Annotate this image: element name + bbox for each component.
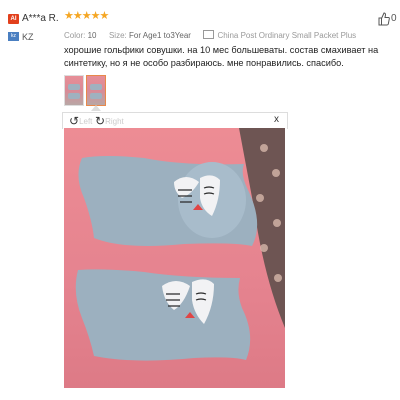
reviewer-avatar: AI: [8, 14, 19, 24]
rating-stars: ★★★★★: [64, 10, 109, 22]
reviewer-country: KZ: [22, 32, 34, 42]
size-value: For Age1 to3Year: [128, 31, 191, 40]
review-photo-thumbnail-2[interactable]: [86, 75, 106, 106]
photo-viewer-toolbar: ↺Left ↻Right x: [62, 112, 288, 129]
shipping-truck-icon: [203, 30, 215, 39]
rotate-right-icon: ↻: [95, 114, 106, 128]
rotate-left-label: Left: [79, 117, 93, 126]
country-flag-icon: kz: [8, 32, 19, 41]
rotate-right-label: Right: [105, 117, 124, 126]
order-info: Color: 10 Size: For Age1 to3Year China P…: [64, 30, 356, 40]
rotate-right-button[interactable]: ↻Right: [95, 114, 124, 128]
selected-thumbnail-pointer: [91, 105, 101, 111]
color-value: 10: [87, 31, 97, 40]
review-text: хорошие гольфики совушки. на 10 мес боль…: [64, 45, 379, 68]
size-label: Size:: [108, 31, 127, 40]
thumbs-up-icon[interactable]: [378, 12, 390, 26]
like-count: 0: [391, 13, 397, 24]
rotate-left-icon: ↺: [69, 114, 80, 128]
shipping-method: China Post Ordinary Small Packet Plus: [217, 31, 357, 40]
rotate-left-button[interactable]: ↺Left: [69, 114, 92, 128]
sock-bottom: [75, 269, 251, 361]
color-label: Color:: [64, 31, 86, 40]
close-viewer-button[interactable]: x: [274, 114, 279, 125]
sock-top: [78, 156, 258, 246]
sock-photo-illustration: [75, 128, 285, 361]
reviewer-name: A***a R.: [22, 13, 59, 24]
review-photo-thumbnail-1[interactable]: [64, 75, 84, 106]
review-photo-large: [64, 128, 285, 388]
